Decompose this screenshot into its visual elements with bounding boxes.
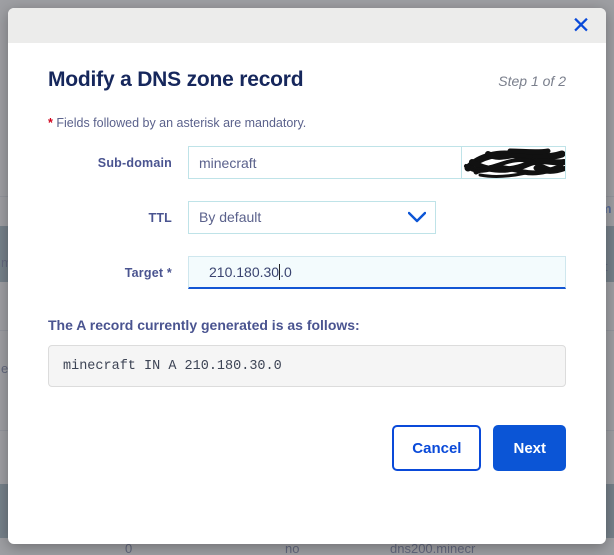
ttl-input-wrap: By default (188, 201, 566, 234)
field-row-ttl: TTL By default (48, 201, 566, 234)
required-asterisk: * (48, 116, 53, 130)
dialog-actions: Cancel Next (48, 425, 566, 471)
title-row: Modify a DNS zone record Step 1 of 2 (48, 68, 566, 92)
subdomain-input-wrap (188, 146, 566, 179)
subdomain-label: Sub-domain (97, 155, 172, 170)
target-value-before-caret: 210.180.30 (209, 264, 280, 280)
domain-suffix-redacted (462, 146, 566, 179)
close-icon[interactable]: ✕ (566, 10, 596, 40)
dialog-header: ✕ (8, 8, 606, 43)
page-title: Modify a DNS zone record (48, 68, 304, 91)
step-indicator: Step 1 of 2 (498, 73, 566, 89)
next-button[interactable]: Next (493, 425, 566, 471)
subdomain-input[interactable] (188, 146, 462, 179)
generated-record-text: minecraft IN A 210.180.30.0 (63, 358, 282, 374)
generated-record-box: minecraft IN A 210.180.30.0 (48, 345, 566, 387)
target-input-value: 210.180.30.0 (199, 257, 555, 290)
ttl-label: TTL (148, 210, 172, 225)
field-row-target: Target * 210.180.30.0 (48, 256, 566, 289)
scribble-redaction-icon (464, 148, 565, 178)
target-value-after-caret: .0 (280, 264, 292, 280)
cancel-button[interactable]: Cancel (392, 425, 482, 471)
target-label-text: Target (124, 265, 164, 280)
target-label: Target * (48, 266, 188, 280)
mandatory-note: * Fields followed by an asterisk are man… (48, 116, 566, 130)
modify-dns-record-dialog: ✕ Modify a DNS zone record Step 1 of 2 *… (8, 8, 606, 544)
ttl-select-wrap[interactable]: By default (188, 201, 436, 234)
field-row-subdomain: Sub-domain (48, 146, 566, 179)
dns-record-form: Sub-domain minecraft TTL By default Targ… (48, 146, 566, 289)
target-input[interactable]: 210.180.30.0 (188, 256, 566, 289)
ttl-select[interactable]: By default (188, 201, 436, 234)
mandatory-note-text: Fields followed by an asterisk are manda… (56, 116, 307, 130)
dialog-body: Modify a DNS zone record Step 1 of 2 * F… (8, 68, 606, 471)
target-input-wrap: 210.180.30.0 (188, 256, 566, 289)
generated-record-heading: The A record currently generated is as f… (48, 317, 360, 333)
target-required-asterisk: * (166, 265, 172, 280)
